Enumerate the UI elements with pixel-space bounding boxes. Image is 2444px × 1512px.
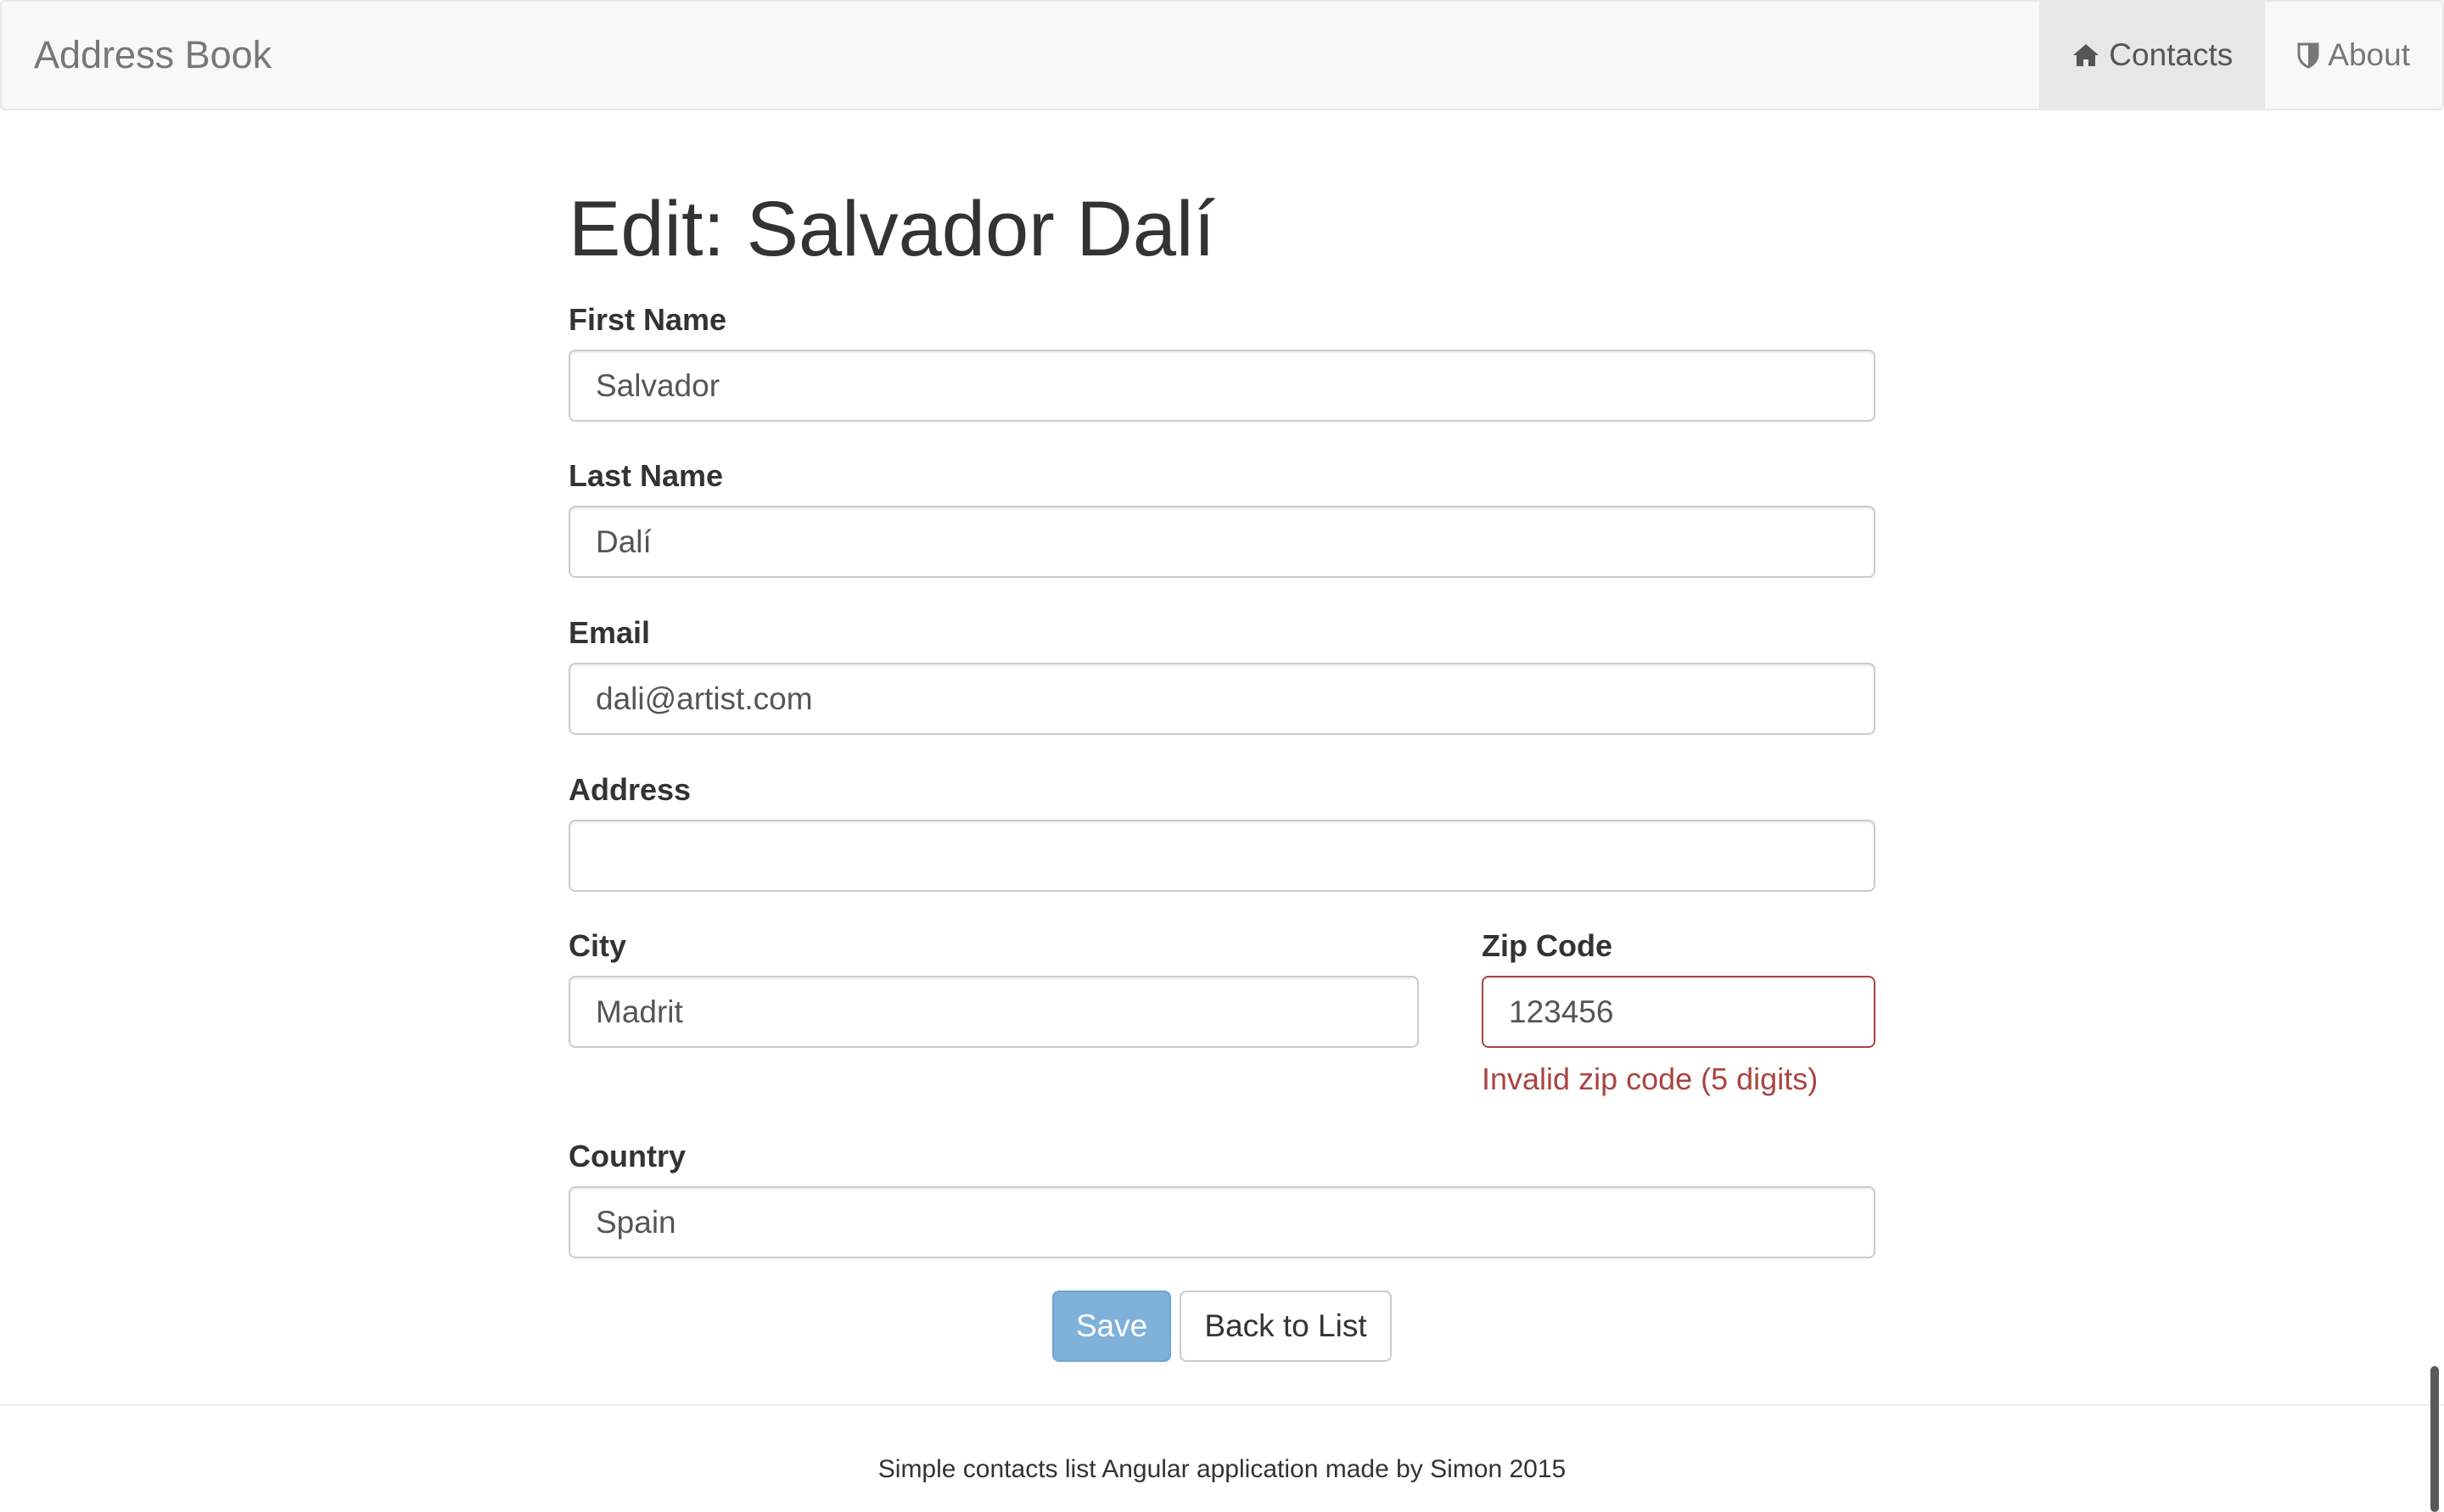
page: Address Book Contacts About Edit: Salvad… <box>0 0 2444 1512</box>
first-name-input[interactable]: Salvador <box>569 350 1875 422</box>
nav-item-about[interactable]: About <box>2265 2 2442 109</box>
zip-code-error-message: Invalid zip code (5 digits) <box>1482 1061 1819 1096</box>
brand-link[interactable]: Address Book <box>34 2 272 109</box>
city-group: City Madrit <box>569 927 1419 1048</box>
email-label: Email <box>569 615 651 650</box>
save-button[interactable]: Save <box>1052 1291 1171 1362</box>
footer-text: Simple contacts list Angular application… <box>877 1455 1567 1483</box>
address-input[interactable] <box>569 820 1875 892</box>
country-input[interactable]: Spain <box>569 1186 1875 1258</box>
first-name-group: First Name Salvador <box>569 300 1875 422</box>
country-group: Country Spain <box>569 1137 1875 1258</box>
zip-code-input[interactable]: 123456 <box>1482 976 1875 1048</box>
last-name-input[interactable]: Dalí <box>569 506 1875 578</box>
city-label: City <box>569 928 627 963</box>
home-icon <box>2073 44 2099 66</box>
footer-divider <box>0 1404 2444 1406</box>
last-name-group: Last Name Dalí <box>569 456 1875 578</box>
zip-code-group: Zip Code 123456 Invalid zip code (5 digi… <box>1482 927 1875 1097</box>
nav-item-label: Contacts <box>2109 37 2234 72</box>
last-name-label: Last Name <box>569 458 724 493</box>
page-title: Edit: Salvador Dalí <box>569 186 1215 272</box>
city-input[interactable]: Madrit <box>569 976 1419 1048</box>
scrollbar-thumb[interactable] <box>2430 1366 2439 1512</box>
first-name-label: First Name <box>569 302 727 337</box>
nav-item-contacts[interactable]: Contacts <box>2039 2 2266 109</box>
navbar: Address Book Contacts About <box>0 0 2444 110</box>
nav-menu: Contacts About <box>2039 2 2442 109</box>
country-label: Country <box>569 1139 686 1173</box>
nav-item-label: About <box>2328 37 2410 72</box>
zip-code-label: Zip Code <box>1482 928 1612 963</box>
shield-icon <box>2297 42 2319 69</box>
email-group: Email dali@artist.com <box>569 613 1875 735</box>
email-input[interactable]: dali@artist.com <box>569 663 1875 735</box>
address-group: Address <box>569 770 1875 892</box>
address-label: Address <box>569 772 692 807</box>
edit-contact-form: Edit: Salvador Dalí <box>569 186 1875 290</box>
back-to-list-button[interactable]: Back to List <box>1180 1291 1392 1362</box>
